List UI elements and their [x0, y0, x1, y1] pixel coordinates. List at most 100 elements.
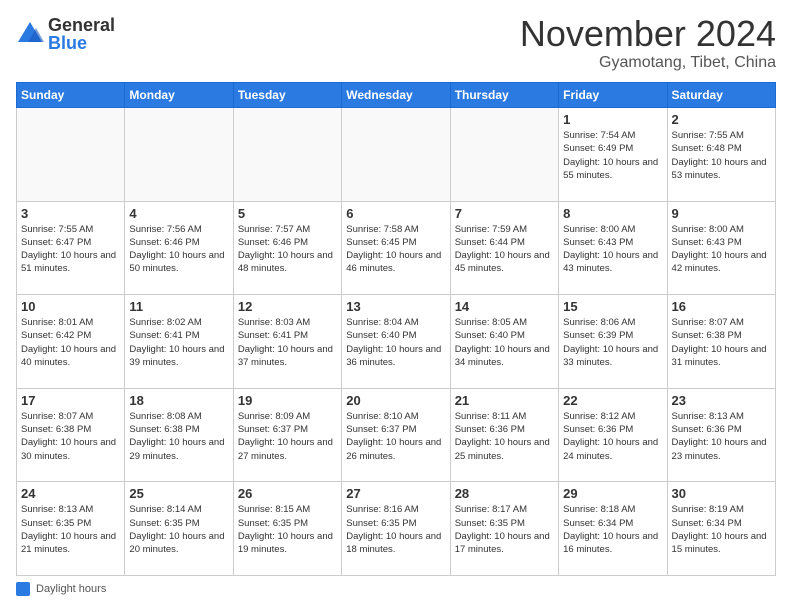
day-info: Sunrise: 7:57 AM Sunset: 6:46 PM Dayligh… — [238, 223, 337, 276]
calendar-cell-20: 20Sunrise: 8:10 AM Sunset: 6:37 PM Dayli… — [342, 388, 450, 482]
day-number: 3 — [21, 206, 120, 221]
calendar-cell-10: 10Sunrise: 8:01 AM Sunset: 6:42 PM Dayli… — [17, 295, 125, 389]
legend: Daylight hours — [16, 582, 776, 596]
day-info: Sunrise: 8:00 AM Sunset: 6:43 PM Dayligh… — [672, 223, 771, 276]
calendar-table: SundayMondayTuesdayWednesdayThursdayFrid… — [16, 82, 776, 576]
calendar-cell-30: 30Sunrise: 8:19 AM Sunset: 6:34 PM Dayli… — [667, 482, 775, 576]
day-info: Sunrise: 8:19 AM Sunset: 6:34 PM Dayligh… — [672, 503, 771, 556]
calendar-header-sunday: Sunday — [17, 83, 125, 108]
day-number: 7 — [455, 206, 554, 221]
calendar-cell-15: 15 Sunrise: 8:06 AM Sunset: 6:39 PM Dayli… — [559, 295, 667, 389]
day-info: Sunrise: 7:55 AM Sunset: 6:47 PM Dayligh… — [21, 223, 120, 276]
day-info: Sunrise: 8:02 AM Sunset: 6:41 PM Dayligh… — [129, 316, 228, 369]
day-number: 25 — [129, 486, 228, 501]
calendar-header-thursday: Thursday — [450, 83, 558, 108]
calendar-cell-13: 13 Sunrise: 8:04 AM Sunset: 6:40 PM Dayli… — [342, 295, 450, 389]
calendar-cell-27: 27 Sunrise: 8:16 AM Sunset: 6:35 PM Dayli… — [342, 482, 450, 576]
day-number: 16 — [672, 299, 771, 314]
logo-text: General Blue — [48, 16, 115, 52]
day-number: 1 — [563, 112, 662, 127]
day-number: 27 — [346, 486, 445, 501]
day-number: 6 — [346, 206, 445, 221]
calendar-header-friday: Friday — [559, 83, 667, 108]
calendar-cell-26: 26 Sunrise: 8:15 AM Sunset: 6:35 PM Dayli… — [233, 482, 341, 576]
day-number: 19 — [238, 393, 337, 408]
day-info: Sunrise: 8:00 AM Sunset: 6:43 PM Dayligh… — [563, 223, 662, 276]
calendar-header-wednesday: Wednesday — [342, 83, 450, 108]
legend-label: Daylight hours — [36, 583, 106, 595]
day-info: Sunrise: 7:55 AM Sunset: 6:48 PM Dayligh… — [672, 129, 771, 182]
calendar-cell-29: 29 Sunrise: 8:18 AM Sunset: 6:34 PM Dayli… — [559, 482, 667, 576]
day-number: 14 — [455, 299, 554, 314]
logo-icon — [16, 20, 44, 48]
calendar-header-saturday: Saturday — [667, 83, 775, 108]
calendar-week-1: 3 Sunrise: 7:55 AM Sunset: 6:47 PM Daylig… — [17, 201, 776, 295]
day-info: Sunrise: 7:54 AM Sunset: 6:49 PM Dayligh… — [563, 129, 662, 182]
logo-blue: Blue — [48, 34, 115, 52]
calendar-week-2: 10Sunrise: 8:01 AM Sunset: 6:42 PM Dayli… — [17, 295, 776, 389]
day-info: Sunrise: 7:59 AM Sunset: 6:44 PM Dayligh… — [455, 223, 554, 276]
day-number: 23 — [672, 393, 771, 408]
calendar-cell-empty — [17, 108, 125, 202]
day-info: Sunrise: 8:07 AM Sunset: 6:38 PM Dayligh… — [21, 410, 120, 463]
day-number: 21 — [455, 393, 554, 408]
calendar-cell-empty — [450, 108, 558, 202]
day-number: 12 — [238, 299, 337, 314]
calendar-cell-17: 17 Sunrise: 8:07 AM Sunset: 6:38 PM Dayli… — [17, 388, 125, 482]
day-number: 29 — [563, 486, 662, 501]
calendar-cell-14: 14 Sunrise: 8:05 AM Sunset: 6:40 PM Dayli… — [450, 295, 558, 389]
day-info: Sunrise: 8:06 AM Sunset: 6:39 PM Dayligh… — [563, 316, 662, 369]
calendar-cell-16: 16 Sunrise: 8:07 AM Sunset: 6:38 PM Dayli… — [667, 295, 775, 389]
header: General Blue November 2024 Gyamotang, Ti… — [16, 16, 776, 72]
calendar-cell-23: 23 Sunrise: 8:13 AM Sunset: 6:36 PM Dayli… — [667, 388, 775, 482]
logo: General Blue — [16, 16, 115, 52]
calendar-cell-2: 2 Sunrise: 7:55 AM Sunset: 6:48 PM Daylig… — [667, 108, 775, 202]
day-number: 4 — [129, 206, 228, 221]
day-info: Sunrise: 8:15 AM Sunset: 6:35 PM Dayligh… — [238, 503, 337, 556]
day-info: Sunrise: 8:11 AM Sunset: 6:36 PM Dayligh… — [455, 410, 554, 463]
day-number: 22 — [563, 393, 662, 408]
location: Gyamotang, Tibet, China — [520, 54, 776, 72]
day-info: Sunrise: 8:07 AM Sunset: 6:38 PM Dayligh… — [672, 316, 771, 369]
calendar-cell-empty — [342, 108, 450, 202]
day-info: Sunrise: 8:10 AM Sunset: 6:37 PM Dayligh… — [346, 410, 445, 463]
calendar-week-4: 24 Sunrise: 8:13 AM Sunset: 6:35 PM Dayli… — [17, 482, 776, 576]
calendar-header-monday: Monday — [125, 83, 233, 108]
day-number: 13 — [346, 299, 445, 314]
day-number: 24 — [21, 486, 120, 501]
calendar-week-0: 1 Sunrise: 7:54 AM Sunset: 6:49 PM Daylig… — [17, 108, 776, 202]
day-info: Sunrise: 8:03 AM Sunset: 6:41 PM Dayligh… — [238, 316, 337, 369]
calendar-cell-18: 18Sunrise: 8:08 AM Sunset: 6:38 PM Dayli… — [125, 388, 233, 482]
day-number: 28 — [455, 486, 554, 501]
day-number: 26 — [238, 486, 337, 501]
day-number: 15 — [563, 299, 662, 314]
calendar-cell-6: 6Sunrise: 7:58 AM Sunset: 6:45 PM Daylig… — [342, 201, 450, 295]
day-info: Sunrise: 8:16 AM Sunset: 6:35 PM Dayligh… — [346, 503, 445, 556]
calendar-cell-empty — [125, 108, 233, 202]
calendar-header-tuesday: Tuesday — [233, 83, 341, 108]
calendar-cell-3: 3 Sunrise: 7:55 AM Sunset: 6:47 PM Daylig… — [17, 201, 125, 295]
day-number: 2 — [672, 112, 771, 127]
day-info: Sunrise: 8:18 AM Sunset: 6:34 PM Dayligh… — [563, 503, 662, 556]
logo-general: General — [48, 16, 115, 34]
calendar-cell-1: 1 Sunrise: 7:54 AM Sunset: 6:49 PM Daylig… — [559, 108, 667, 202]
calendar-week-3: 17 Sunrise: 8:07 AM Sunset: 6:38 PM Dayli… — [17, 388, 776, 482]
day-info: Sunrise: 8:13 AM Sunset: 6:35 PM Dayligh… — [21, 503, 120, 556]
calendar-cell-8: 8Sunrise: 8:00 AM Sunset: 6:43 PM Daylig… — [559, 201, 667, 295]
day-info: Sunrise: 8:14 AM Sunset: 6:35 PM Dayligh… — [129, 503, 228, 556]
day-number: 17 — [21, 393, 120, 408]
day-number: 18 — [129, 393, 228, 408]
calendar-cell-5: 5 Sunrise: 7:57 AM Sunset: 6:46 PM Daylig… — [233, 201, 341, 295]
title-area: November 2024 Gyamotang, Tibet, China — [520, 16, 776, 72]
day-info: Sunrise: 8:13 AM Sunset: 6:36 PM Dayligh… — [672, 410, 771, 463]
calendar-cell-empty — [233, 108, 341, 202]
day-info: Sunrise: 8:04 AM Sunset: 6:40 PM Dayligh… — [346, 316, 445, 369]
day-info: Sunrise: 7:56 AM Sunset: 6:46 PM Dayligh… — [129, 223, 228, 276]
day-info: Sunrise: 8:05 AM Sunset: 6:40 PM Dayligh… — [455, 316, 554, 369]
day-number: 10 — [21, 299, 120, 314]
day-number: 5 — [238, 206, 337, 221]
day-info: Sunrise: 8:17 AM Sunset: 6:35 PM Dayligh… — [455, 503, 554, 556]
calendar-cell-28: 28 Sunrise: 8:17 AM Sunset: 6:35 PM Dayli… — [450, 482, 558, 576]
calendar-header-row: SundayMondayTuesdayWednesdayThursdayFrid… — [17, 83, 776, 108]
calendar-cell-9: 9Sunrise: 8:00 AM Sunset: 6:43 PM Daylig… — [667, 201, 775, 295]
